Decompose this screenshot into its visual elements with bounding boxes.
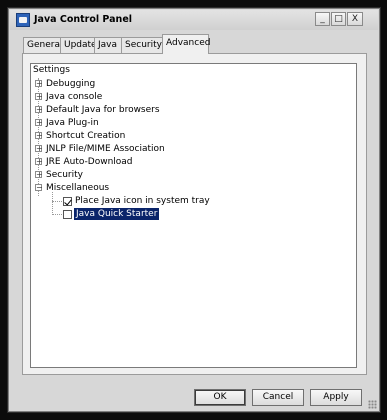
tab-general[interactable]: General <box>23 37 62 53</box>
tree-item-default-java-for-browsers[interactable]: + Default Java for browsers <box>31 104 231 117</box>
expand-icon[interactable]: + <box>35 80 43 88</box>
close-button[interactable]: X <box>347 12 363 26</box>
expand-icon[interactable]: + <box>35 132 43 140</box>
cancel-button[interactable]: Cancel <box>252 389 304 406</box>
collapse-icon[interactable]: − <box>35 184 43 192</box>
expand-icon[interactable]: + <box>35 158 43 166</box>
tab-update[interactable]: Update <box>60 37 97 53</box>
tree-item-label: Java console <box>46 92 103 102</box>
ok-button[interactable]: OK <box>194 389 246 406</box>
tree-item-shortcut-creation[interactable]: + Shortcut Creation <box>31 130 231 143</box>
advanced-panel: Settings + Debugging + Java console + De… <box>22 53 367 375</box>
resize-grip-icon[interactable] <box>368 400 377 409</box>
tree-item-miscellaneous[interactable]: − Miscellaneous <box>31 182 231 195</box>
tree-item-label: Shortcut Creation <box>46 131 126 141</box>
checkmark-icon <box>64 197 72 206</box>
tab-security[interactable]: Security <box>121 37 163 53</box>
option-place-java-icon-in-system-tray[interactable]: Place Java icon in system tray <box>31 195 291 208</box>
tree-item-label: Debugging <box>46 79 96 89</box>
tree-item-debugging[interactable]: + Debugging <box>31 78 231 91</box>
tree-item-label: Miscellaneous <box>46 183 110 193</box>
settings-tree[interactable]: Settings + Debugging + Java console + De… <box>30 63 357 368</box>
java-control-panel-window: Java Control Panel _ □ X General Update … <box>8 8 380 412</box>
tree-item-java-plug-in[interactable]: + Java Plug-in <box>31 117 231 130</box>
checkbox-checked[interactable] <box>63 197 72 206</box>
maximize-button[interactable]: □ <box>331 12 346 26</box>
tree-item-jnlp-file-mime-association[interactable]: + JNLP File/MIME Association <box>31 143 231 156</box>
expand-icon[interactable]: + <box>35 145 43 153</box>
tree-item-label: Security <box>46 170 83 180</box>
expand-icon[interactable]: + <box>35 171 43 179</box>
expand-icon[interactable]: + <box>35 93 43 101</box>
title-bar[interactable]: Java Control Panel _ □ X <box>10 10 378 30</box>
expand-icon[interactable]: + <box>35 119 43 127</box>
option-java-quick-starter[interactable]: Java Quick Starter <box>31 208 291 221</box>
tree-item-java-console[interactable]: + Java console <box>31 91 231 104</box>
apply-button[interactable]: Apply <box>310 389 362 406</box>
tree-item-label: Default Java for browsers <box>46 105 160 115</box>
minimize-button[interactable]: _ <box>315 12 330 26</box>
expand-icon[interactable]: + <box>35 106 43 114</box>
window-title: Java Control Panel <box>34 14 133 25</box>
checkbox-unchecked[interactable] <box>63 210 72 219</box>
option-label: Place Java icon in system tray <box>75 196 210 206</box>
tree-item-label: JRE Auto-Download <box>46 157 133 167</box>
tab-advanced[interactable]: Advanced <box>162 34 210 54</box>
tree-item-jre-auto-download[interactable]: + JRE Auto-Download <box>31 156 231 169</box>
java-app-icon <box>16 13 30 27</box>
selected-option-label: Java Quick Starter <box>74 208 160 220</box>
tree-item-security[interactable]: + Security <box>31 169 231 182</box>
tab-java[interactable]: Java <box>94 37 122 53</box>
tree-item-label: JNLP File/MIME Association <box>46 144 165 154</box>
tree-root-settings[interactable]: Settings <box>33 65 70 76</box>
tree-item-label: Java Plug-in <box>46 118 99 128</box>
